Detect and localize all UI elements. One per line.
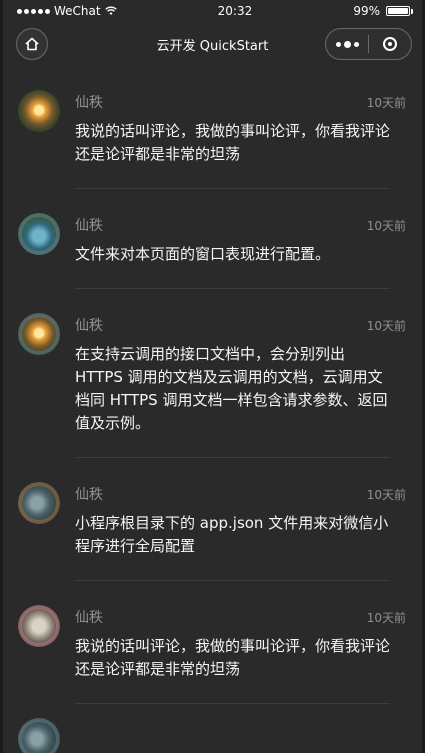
comment-text: 文件来对本页面的窗口表现进行配置。 <box>75 245 331 263</box>
page-title: 云开发 QuickStart <box>156 38 269 54</box>
signal-dots-icon <box>17 8 50 14</box>
navigation-bar: 云开发 QuickStart <box>3 22 422 66</box>
post-time: 10天前 <box>366 487 406 502</box>
close-miniprogram-button[interactable] <box>369 29 411 59</box>
comment-item-partial[interactable] <box>3 716 422 753</box>
comment-item[interactable]: 仙秩 10天前 小程序根目录下的 app.json 文件用来对微信小程序进行全局… <box>3 480 422 603</box>
avatar[interactable] <box>18 90 60 132</box>
status-time: 20:32 <box>217 4 253 18</box>
avatar[interactable] <box>18 718 60 753</box>
battery-percent: 99% <box>353 4 380 18</box>
avatar[interactable] <box>18 313 60 355</box>
author-name: 仙秩 <box>75 318 103 334</box>
miniprogram-screen: WeChat 20:32 99% 云开发 QuickStart 仙秩 10天前 … <box>3 0 422 753</box>
battery-fill <box>387 8 408 14</box>
more-dots-icon <box>335 41 341 47</box>
comment-feed: 仙秩 10天前 我说的话叫评论，我做的事叫论评，你看我评论还是论评都是非常的坦荡… <box>3 66 422 753</box>
status-right: 99% <box>353 4 413 18</box>
avatar[interactable] <box>18 482 60 524</box>
comment-text: 我说的话叫评论，我做的事叫论评，你看我评论还是论评都是非常的坦荡 <box>75 637 391 678</box>
avatar[interactable] <box>18 213 60 255</box>
comment-text: 小程序根目录下的 app.json 文件用来对微信小程序进行全局配置 <box>75 514 389 555</box>
comment-item[interactable]: 仙秩 10天前 我说的话叫评论，我做的事叫论评，你看我评论还是论评都是非常的坦荡 <box>3 603 422 716</box>
author-name: 仙秩 <box>75 610 103 626</box>
home-button[interactable] <box>16 28 48 60</box>
author-name: 仙秩 <box>75 218 103 234</box>
battery-icon <box>385 6 413 16</box>
comment-text: 我说的话叫评论，我做的事叫论评，你看我评论还是论评都是非常的坦荡 <box>75 122 391 163</box>
home-icon <box>25 37 39 51</box>
avatar[interactable] <box>18 605 60 647</box>
status-bar: WeChat 20:32 99% <box>3 0 422 22</box>
close-target-icon <box>383 37 397 51</box>
comment-item[interactable]: 仙秩 10天前 文件来对本页面的窗口表现进行配置。 <box>3 211 422 311</box>
author-name: 仙秩 <box>75 487 103 503</box>
post-time: 10天前 <box>366 610 406 625</box>
comment-item[interactable]: 仙秩 10天前 在支持云调用的接口文档中，会分别列出 HTTPS 调用的文档及云… <box>3 311 422 480</box>
post-time: 10天前 <box>366 95 406 110</box>
capsule-menu <box>325 28 412 60</box>
carrier-label: WeChat <box>54 4 101 18</box>
post-time: 10天前 <box>366 218 406 233</box>
status-left: WeChat <box>17 4 117 18</box>
wifi-icon <box>104 6 117 15</box>
more-button[interactable] <box>326 29 368 59</box>
post-time: 10天前 <box>366 318 406 333</box>
author-name: 仙秩 <box>75 95 103 111</box>
comment-text: 在支持云调用的接口文档中，会分别列出 HTTPS 调用的文档及云调用的文档，云调… <box>75 345 388 432</box>
comment-item[interactable]: 仙秩 10天前 我说的话叫评论，我做的事叫论评，你看我评论还是论评都是非常的坦荡 <box>3 88 422 211</box>
